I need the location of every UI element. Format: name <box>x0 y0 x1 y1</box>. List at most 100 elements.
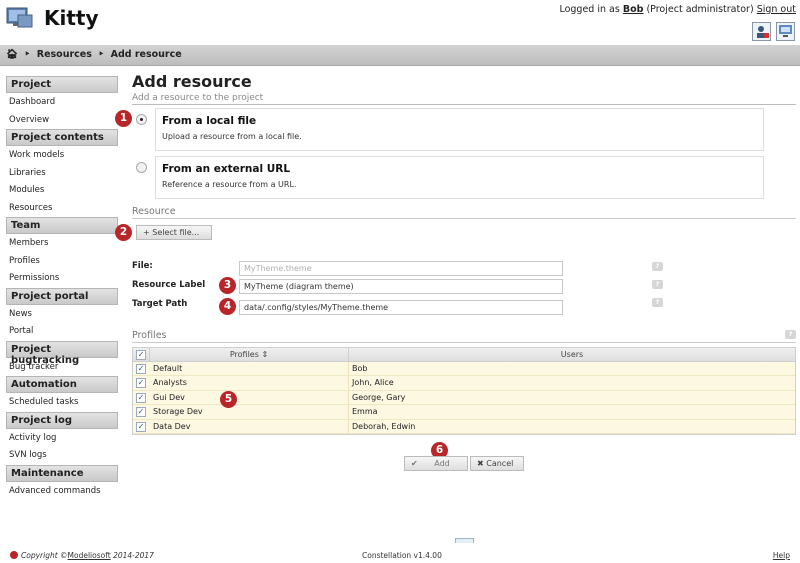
monitor-folder-icon <box>6 5 34 29</box>
file-label: File: <box>132 261 153 271</box>
radio-external-url[interactable] <box>136 162 147 173</box>
sidebar-item-scheduled-tasks[interactable]: Scheduled tasks <box>6 394 118 412</box>
sidebar-item-profiles[interactable]: Profiles <box>6 253 118 271</box>
resource-label-input[interactable]: MyTheme (diagram theme) <box>239 279 563 294</box>
sidebar-item-portal[interactable]: Portal <box>6 323 118 341</box>
sidebar-item-news[interactable]: News <box>6 306 118 324</box>
login-prefix: Logged in as <box>559 4 620 15</box>
cancel-button[interactable]: ✖ Cancel <box>470 456 524 471</box>
sidebar-section-project[interactable]: Project <box>6 76 118 93</box>
row-checkbox[interactable]: ✓ <box>136 378 146 389</box>
sidebar-section-project-bugtracking[interactable]: Project bugtracking <box>6 340 118 366</box>
users-cell: Deborah, Edwin <box>352 421 416 431</box>
table-row[interactable]: ✓ Default Bob <box>133 362 795 377</box>
column-header-profiles[interactable]: Profiles ⇕ <box>150 348 349 361</box>
help-link[interactable]: Help <box>773 551 790 560</box>
footer-version: Constellation v1.4.00 <box>362 551 442 560</box>
row-checkbox[interactable]: ✓ <box>136 421 146 432</box>
help-icon[interactable]: ? <box>652 262 663 271</box>
sidebar-item-modules[interactable]: Modules <box>6 182 118 200</box>
title-divider <box>132 104 796 105</box>
check-icon: ✔ <box>411 459 418 468</box>
footer-copyright: Copyright ©Modeliosoft 2014-2017 <box>10 551 154 560</box>
sidebar-item-permissions[interactable]: Permissions <box>6 270 118 288</box>
breadcrumb-item-current: Add resource <box>110 49 182 60</box>
login-info: Logged in as Bob (Project administrator)… <box>559 4 796 15</box>
user-role: (Project administrator) <box>646 4 754 15</box>
help-icon[interactable]: ? <box>652 280 663 289</box>
sort-icon: ⇕ <box>261 350 269 359</box>
modeliosoft-logo-icon <box>10 551 18 559</box>
sidebar-item-libraries[interactable]: Libraries <box>6 165 118 183</box>
sidebar-section-project-portal[interactable]: Project portal <box>6 287 118 305</box>
breadcrumb-sep-icon: ‣ <box>24 49 31 60</box>
step-marker-1: 1 <box>115 110 132 127</box>
table-row[interactable]: ✓ Data Dev Deborah, Edwin <box>133 419 795 434</box>
plus-icon: + <box>143 228 150 237</box>
row-checkbox[interactable]: ✓ <box>136 392 146 403</box>
file-field[interactable]: MyTheme.theme <box>239 261 563 276</box>
breadcrumb-sep-icon: ‣ <box>98 49 105 60</box>
sidebar-item-activity-log[interactable]: Activity log <box>6 430 118 448</box>
option-local-file[interactable]: From a local file Upload a resource from… <box>155 108 764 151</box>
option-local-file-title: From a local file <box>162 115 257 127</box>
sidebar-section-automation[interactable]: Automation <box>6 376 118 393</box>
option-local-file-desc: Upload a resource from a local file. <box>162 132 302 141</box>
profile-cell: Gui Dev <box>150 390 349 405</box>
step-marker-2: 2 <box>115 224 132 241</box>
table-row[interactable]: ✓ Storage Dev Emma <box>133 405 795 420</box>
profile-cell: Data Dev <box>150 419 349 433</box>
sidebar-section-project-contents[interactable]: Project contents <box>6 129 118 146</box>
sidebar-section-project-log[interactable]: Project log <box>6 411 118 429</box>
select-all-checkbox[interactable]: ✓ <box>136 350 146 360</box>
user-link[interactable]: Bob <box>623 4 644 15</box>
profile-cell: Default <box>150 362 349 376</box>
row-checkbox[interactable]: ✓ <box>136 364 146 374</box>
sidebar-item-work-models[interactable]: Work models <box>6 147 118 165</box>
step-marker-3: 3 <box>219 277 236 294</box>
help-icon[interactable]: ? <box>785 330 796 339</box>
users-cell: Bob <box>352 364 368 373</box>
page-subtitle: Add a resource to the project <box>132 93 264 103</box>
desktop-icon[interactable] <box>776 22 795 41</box>
page-title: Add resource <box>132 72 252 91</box>
sidebar-section-team[interactable]: Team <box>6 217 118 234</box>
sidebar-item-overview[interactable]: Overview <box>6 112 118 130</box>
help-icon[interactable]: ? <box>652 298 663 307</box>
users-cell: George, Gary <box>352 392 406 402</box>
sidebar-item-advanced-commands[interactable]: Advanced commands <box>6 483 118 501</box>
profiles-section-divider <box>132 342 796 343</box>
add-button[interactable]: ✔ Add <box>404 456 468 471</box>
table-header: ✓ Profiles ⇕ Users <box>133 348 795 362</box>
option-external-url-title: From an external URL <box>162 163 291 175</box>
sidebar-item-resources[interactable]: Resources <box>6 200 118 218</box>
sidebar-section-maintenance[interactable]: Maintenance <box>6 464 118 482</box>
target-path-label: Target Path <box>132 299 188 309</box>
resource-section-divider <box>132 218 796 219</box>
breadcrumb-item-resources[interactable]: Resources <box>37 49 92 60</box>
sidebar-item-members[interactable]: Members <box>6 235 118 253</box>
users-cell: John, Alice <box>352 378 394 388</box>
resource-section-heading: Resource <box>132 206 176 217</box>
sign-out-link[interactable]: Sign out <box>757 4 796 15</box>
company-link[interactable]: Modeliosoft <box>68 551 111 560</box>
user-settings-icon[interactable] <box>752 22 771 41</box>
table-row[interactable]: ✓ Analysts John, Alice <box>133 376 795 391</box>
profiles-section-heading: Profiles <box>132 330 167 341</box>
sidebar-item-dashboard[interactable]: Dashboard <box>6 94 118 112</box>
resource-label-label: Resource Label <box>132 280 206 290</box>
home-icon[interactable]: 🏠︎ <box>6 49 18 60</box>
profile-cell: Storage Dev <box>150 405 349 419</box>
radio-local-file[interactable] <box>136 114 147 125</box>
scroll-handle[interactable] <box>455 538 474 543</box>
select-file-button[interactable]: + Select file... <box>136 225 212 240</box>
target-path-input[interactable]: data/.config/styles/MyTheme.theme <box>239 300 563 315</box>
option-external-url-desc: Reference a resource from a URL. <box>162 180 297 189</box>
row-checkbox[interactable]: ✓ <box>136 407 146 418</box>
column-header-users[interactable]: Users <box>349 348 795 361</box>
breadcrumb: 🏠︎ ‣ Resources ‣ Add resource <box>0 45 800 66</box>
sidebar-item-svn-logs[interactable]: SVN logs <box>6 447 118 465</box>
option-external-url[interactable]: From an external URL Reference a resourc… <box>155 156 764 199</box>
close-icon: ✖ <box>477 459 484 468</box>
users-cell: Emma <box>352 407 378 417</box>
